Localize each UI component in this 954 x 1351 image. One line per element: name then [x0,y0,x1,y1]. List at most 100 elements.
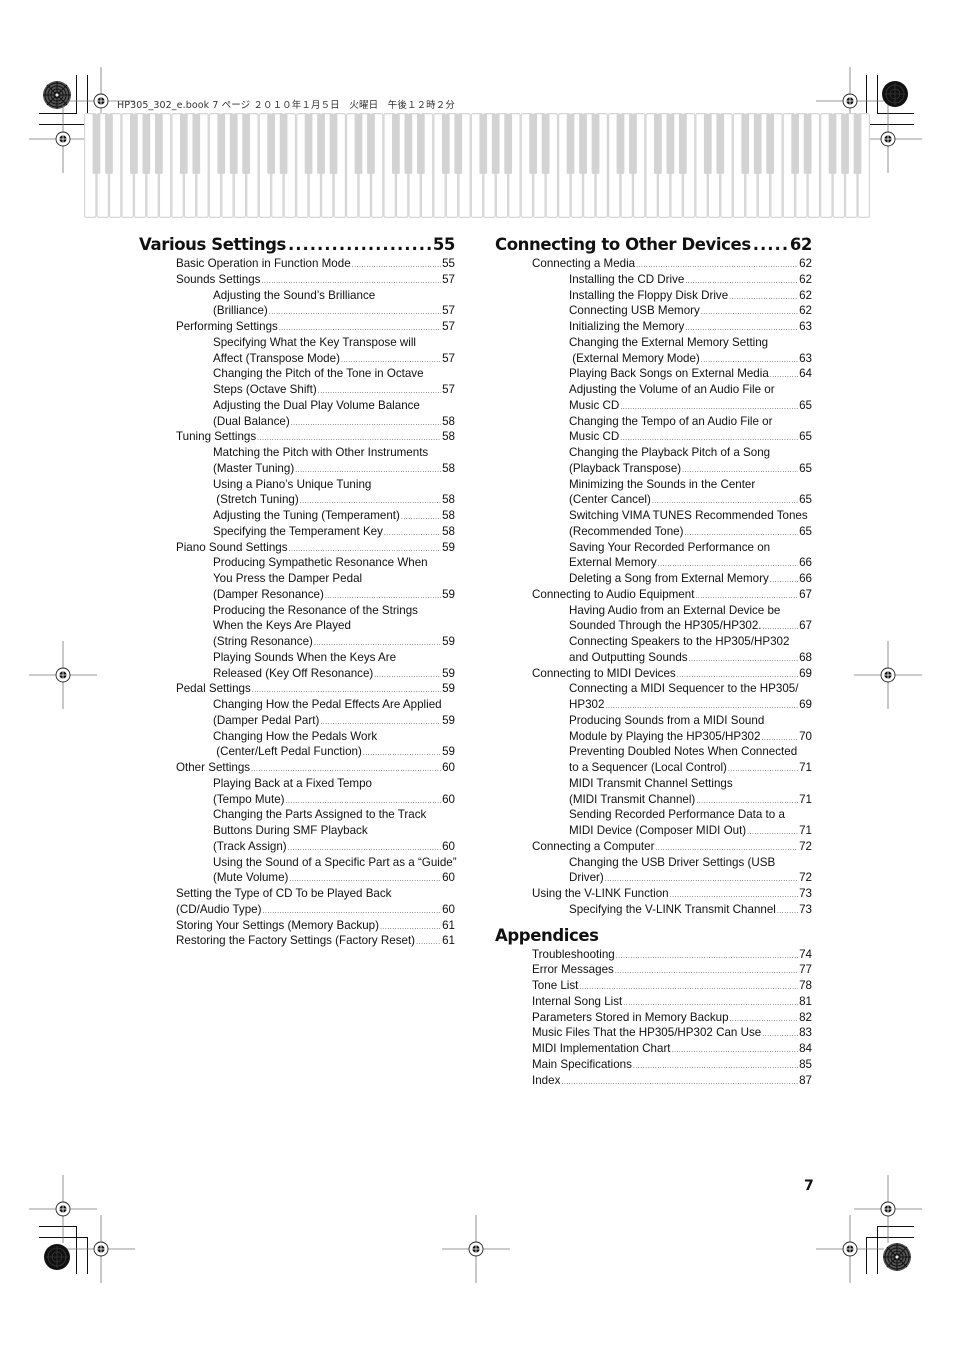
toc-entry[interactable]: Internal Song List 81 [495,994,812,1010]
toc-entry-line: (Stretch Tuning) 58 [213,492,455,508]
toc-subentry[interactable]: Using a Piano’s Unique Tuning (Stretch T… [139,477,455,509]
toc-subentry[interactable]: Matching the Pitch with Other Instrument… [139,445,455,477]
toc-section-heading[interactable]: Appendices [495,926,812,946]
toc-page-number: 82 [799,1010,812,1024]
toc-entry[interactable]: Sounds Settings 57 [139,272,455,288]
toc-subentry[interactable]: Changing the Pitch of the Tone in Octave… [139,366,455,398]
toc-entry-line: Playing Back at a Fixed Tempo [213,776,455,792]
black-key [130,114,138,174]
toc-entry-text: Using a Piano’s Unique Tuning [213,477,372,491]
toc-entry[interactable]: Tuning Settings 58 [139,429,455,445]
toc-entry-text: Internal Song List [532,994,623,1008]
toc-entry[interactable]: Using the V-LINK Function 73 [495,886,812,902]
toc-subentry[interactable]: Playing Sounds When the Keys Are Released… [139,650,455,682]
toc-entry[interactable]: Basic Operation in Function Mode 55 [139,256,455,272]
toc-subentry[interactable]: Preventing Doubled Notes When Connected t… [495,744,812,776]
toc-subentry[interactable]: Playing Back Songs on External Media 64 [495,366,812,382]
black-key [616,114,625,174]
toc-subentry[interactable]: Specifying the Temperament Key 58 [139,524,455,540]
toc-entry[interactable]: Connecting to MIDI Devices 69 [495,666,812,682]
toc-subentry[interactable]: Changing the Playback Pitch of a Song (Pl… [495,445,812,477]
toc-subentry[interactable]: Specifying What the Key Transpose will Af… [139,335,455,367]
toc-entry-text: Changing the Tempo of an Audio File or [569,414,773,428]
toc-subentry[interactable]: Producing Sympathetic Resonance When You … [139,555,455,602]
toc-entry-text: Changing the Playback Pitch of a Song [569,446,771,459]
toc-subentry[interactable]: Adjusting the Volume of an Audio File or… [495,382,812,414]
toc-subentry[interactable]: Changing How the Pedals Work (Center/Lef… [139,729,455,761]
toc-entry[interactable]: Connecting a Computer 72 [495,839,812,855]
toc-subentry[interactable]: Changing How the Pedal Effects Are Appli… [139,697,455,729]
toc-entry[interactable]: Piano Sound Settings 59 [139,540,455,556]
toc-entry-line: Tone List 78 [532,978,812,994]
toc-entry[interactable]: Pedal Settings 59 [139,681,455,697]
toc-subentry[interactable]: Using the Sound of a Specific Part as a … [139,855,457,887]
toc-entry[interactable]: Restoring the Factory Settings (Factory … [139,933,455,949]
toc-entry[interactable]: Index 87 [495,1073,812,1089]
toc-entry[interactable]: Connecting to Audio Equipment 67 [495,587,812,603]
toc-subentry[interactable]: Deleting a Song from External Memory 66 [495,571,812,587]
toc-page-number: 60 [442,902,455,916]
toc-subentry[interactable]: Producing Sounds from a MIDI Sound Module… [495,713,812,745]
toc-subentry[interactable]: Changing the Tempo of an Audio File or Mu… [495,414,812,446]
toc-subentry[interactable]: Playing Back at a Fixed Tempo (Tempo Mute… [139,776,455,808]
crosshair-icon [442,1215,510,1283]
toc-entry[interactable]: Storing Your Settings (Memory Backup) 61 [139,918,455,934]
toc-subentry[interactable]: Changing the USB Driver Settings (USB Dri… [495,855,812,887]
toc-entry[interactable]: Other Settings 60 [139,760,455,776]
toc-entry-text: MIDI Transmit Channel Settings [569,776,733,790]
toc-subentry[interactable]: Minimizing the Sounds in the Center (Cent… [495,477,812,509]
toc-subentry[interactable]: Adjusting the Sound’s Brilliance (Brillia… [139,288,455,320]
toc-subentry[interactable]: Changing the Parts Assigned to the Track… [139,807,455,854]
toc-entry-line: Connecting a Computer 72 [532,839,812,855]
dot-leader [384,526,441,542]
toc-entry-line: Sending Recorded Performance Data to a [569,807,812,823]
toc-section-heading[interactable]: Various Settings 55 [139,235,455,255]
toc-entry[interactable]: Setting the Type of CD To be Played Back… [139,886,455,918]
toc-subentry[interactable]: Connecting USB Memory 62 [495,303,812,319]
toc-subentry[interactable]: Initializing the Memory 63 [495,319,812,335]
toc-entry-line: Changing the External Memory Setting [569,335,812,351]
toc-page-number: 68 [799,650,812,664]
toc-entry[interactable]: Connecting a Media 62 [495,256,812,272]
toc-subentry[interactable]: Connecting a MIDI Sequencer to the HP305… [495,681,812,713]
toc-subentry[interactable]: MIDI Transmit Channel Settings (MIDI Tran… [495,776,812,808]
toc-entry[interactable]: Parameters Stored in Memory Backup 82 [495,1010,812,1026]
toc-subentry[interactable]: Having Audio from an External Device be S… [495,603,812,635]
toc-subentry[interactable]: Installing the CD Drive 62 [495,272,812,288]
toc-page-number: 85 [799,1057,812,1071]
toc-subentry[interactable]: Sending Recorded Performance Data to a MI… [495,807,812,839]
toc-subentry[interactable]: Changing the External Memory Setting (Ex… [495,335,812,367]
toc-entry-text: HP302 [569,698,605,711]
black-key [179,114,188,174]
toc-subentry[interactable]: Saving Your Recorded Performance on Exter… [495,540,812,572]
toc-subentry[interactable]: Installing the Floppy Disk Drive 62 [495,288,812,304]
toc-entry-text: (Track Assign) [213,839,287,853]
toc-entry-line: (Track Assign) 60 [213,839,455,855]
toc-entry[interactable]: Tone List 78 [495,978,812,994]
toc-entry-text: Connecting a MIDI Sequencer to the HP305… [569,682,799,696]
toc-entry[interactable]: Error Messages 77 [495,962,812,978]
toc-page-number: 59 [442,587,455,601]
toc-entry[interactable]: Music Files That the HP305/HP302 Can Use… [495,1025,812,1041]
toc-entry[interactable]: Performing Settings 57 [139,319,455,335]
toc-page-number: 71 [799,792,812,806]
toc-page-number: 73 [799,902,812,916]
toc-page-number: 59 [442,635,455,648]
toc-subentry[interactable]: Specifying the V-LINK Transmit Channel 73 [495,902,812,918]
toc-entry-line: HP302 69 [569,697,812,713]
toc-entry-line: Driver) 72 [569,870,812,886]
toc-page-number: 59 [442,682,455,696]
toc-entry[interactable]: Troubleshooting 74 [495,947,812,963]
toc-entry[interactable]: Main Specifications 85 [495,1057,812,1073]
toc-subentry[interactable]: Producing the Resonance of the Strings Wh… [139,603,455,650]
toc-page-number: 65 [799,493,812,507]
toc-subentry[interactable]: Connecting Speakers to the HP305/HP302 an… [495,634,812,666]
toc-subentry[interactable]: Adjusting the Tuning (Temperament) 58 [139,508,455,524]
toc-entry-line: Changing the Parts Assigned to the Track [213,807,455,823]
toc-page-number: 71 [799,761,812,774]
toc-entry[interactable]: MIDI Implementation Chart 84 [495,1041,812,1057]
toc-section-heading[interactable]: Connecting to Other Devices 62 [495,235,812,255]
toc-subentry[interactable]: Adjusting the Dual Play Volume Balance (D… [139,398,455,430]
toc-entry-text: Piano Sound Settings [176,540,288,554]
toc-subentry[interactable]: Switching VIMA TUNES Recommended Tones (R… [495,508,812,540]
